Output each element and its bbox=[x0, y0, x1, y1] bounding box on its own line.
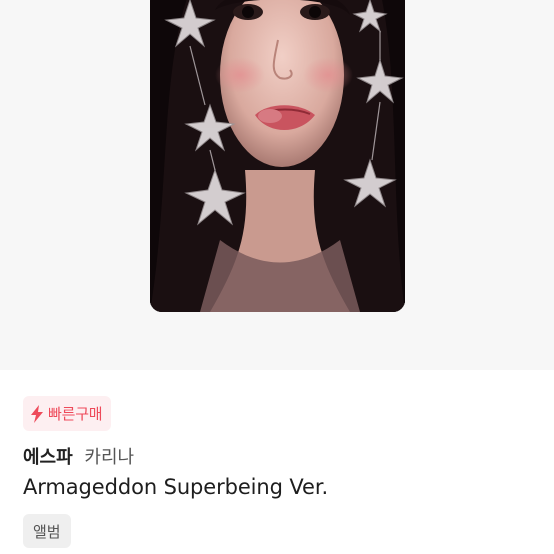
product-image-area bbox=[0, 0, 554, 370]
product-detail-page: 빠른구매 에스파 카리나 Armageddon Superbeing Ver. … bbox=[0, 0, 554, 554]
category-tag[interactable]: 앨범 bbox=[23, 514, 71, 548]
artist-line: 에스파 카리나 bbox=[23, 443, 134, 469]
member-name[interactable]: 카리나 bbox=[84, 447, 134, 468]
product-photocard-image[interactable] bbox=[150, 0, 405, 312]
product-info-section: 빠른구매 에스파 카리나 Armageddon Superbeing Ver. … bbox=[0, 370, 554, 554]
product-title: Armageddon Superbeing Ver. bbox=[23, 475, 329, 499]
quick-buy-label: 빠른구매 bbox=[48, 405, 103, 423]
quick-buy-badge[interactable]: 빠른구매 bbox=[23, 396, 112, 431]
lightning-bolt-icon bbox=[29, 404, 45, 423]
artist-name[interactable]: 에스파 bbox=[23, 447, 73, 468]
